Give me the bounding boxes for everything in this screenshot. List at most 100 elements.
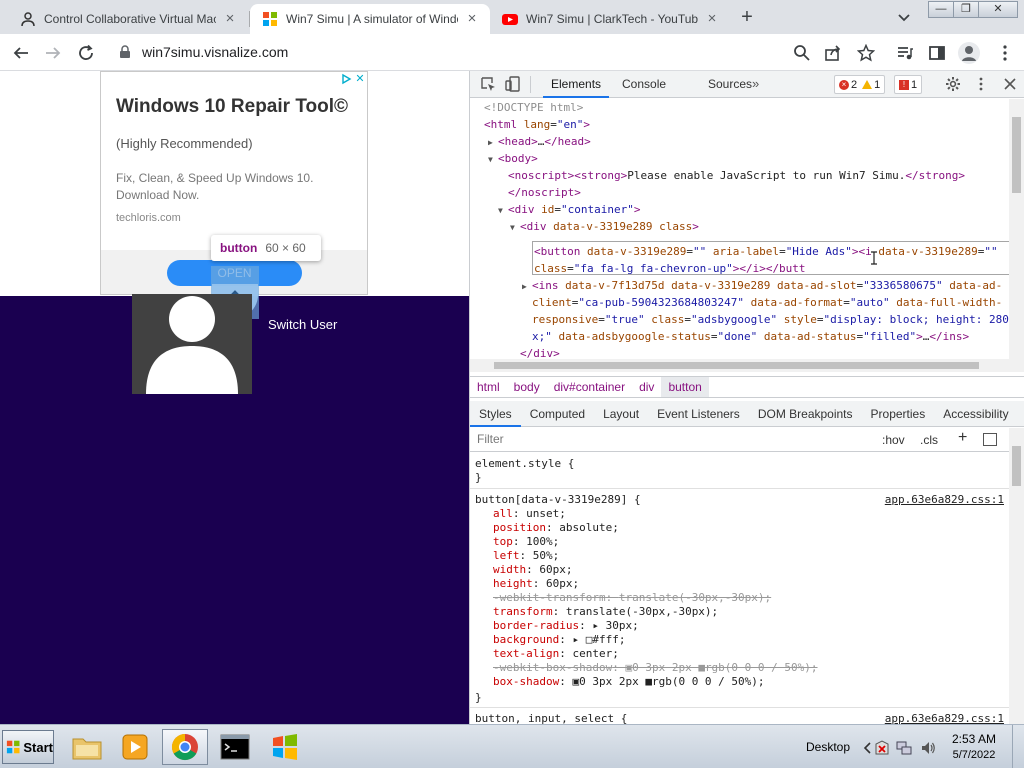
breadcrumb-item[interactable]: body [507, 377, 547, 397]
ad-banner[interactable]: ✕ Windows 10 Repair Tool© (Highly Recomm… [100, 71, 368, 295]
taskbar-media-player[interactable] [112, 729, 158, 765]
css-declaration[interactable]: -webkit-transform: translate(-30px,-30px… [493, 591, 771, 605]
clock-time[interactable]: 2:53 AM [946, 732, 1002, 746]
scrollbar-thumb[interactable] [1012, 117, 1021, 193]
css-property-name[interactable]: transform [493, 605, 553, 618]
inspect-element-icon[interactable] [480, 76, 496, 92]
close-tab-icon[interactable]: × [704, 11, 720, 27]
styles-subtab[interactable]: Styles [470, 401, 521, 427]
ad-headline[interactable]: Windows 10 Repair Tool© [116, 96, 348, 118]
element-style-selector[interactable]: element.style { [475, 457, 574, 471]
desktop-toolbar-label[interactable]: Desktop [806, 740, 850, 754]
styles-subtab[interactable]: Properties [862, 401, 935, 427]
dom-node-line[interactable]: ▶ <ins data-v-7f13d75d data-v-3319e289 da… [522, 277, 1002, 295]
css-property-value[interactable]: center; [572, 647, 618, 660]
dom-node-line[interactable]: class="fa fa-lg fa-chevron-up"></i></but… [534, 260, 806, 277]
styles-filter-input[interactable]: Filter [477, 432, 504, 446]
new-tab-button[interactable]: + [736, 7, 758, 29]
css-property-name[interactable]: background [493, 633, 559, 646]
share-icon[interactable] [824, 44, 842, 62]
close-tab-icon[interactable]: × [464, 11, 480, 27]
scrollbar-thumb[interactable] [1012, 446, 1021, 486]
class-toggle[interactable]: .cls [920, 433, 938, 447]
taskbar-chrome[interactable] [162, 729, 208, 765]
css-declaration[interactable]: width: 60px; [493, 563, 573, 577]
css-property-value[interactable]: translate(-30px,-30px); [566, 605, 718, 618]
css-property-name[interactable]: text-align [493, 647, 559, 660]
css-property-value[interactable]: ▣0 3px 2px ■rgb(0 0 0 / 50%); [625, 661, 817, 674]
elements-tree[interactable]: <!DOCTYPE html> <html lang="en"> ▶ <head>…<… [470, 99, 1010, 359]
css-property-value[interactable]: 60px; [546, 577, 579, 590]
kebab-menu-icon[interactable] [996, 44, 1014, 62]
issues-badge[interactable]: ! 1 [894, 75, 923, 94]
breadcrumb-item[interactable]: button [661, 377, 709, 397]
dom-node-line[interactable]: ▼ <div id="container"> [498, 201, 640, 219]
css-declaration[interactable]: left: 50%; [493, 549, 559, 563]
css-property-name[interactable]: border-radius [493, 619, 579, 632]
taskbar-cmd[interactable] [212, 729, 258, 765]
new-rule-button[interactable]: + [958, 429, 967, 447]
start-button[interactable]: Start [2, 730, 54, 764]
reload-button[interactable] [75, 42, 97, 64]
expand-triangle-icon[interactable]: ▼ [498, 202, 508, 219]
css-declaration[interactable]: all: unset; [493, 507, 566, 521]
css-declaration[interactable]: border-radius: ▸ 30px; [493, 619, 639, 633]
back-button[interactable] [10, 42, 32, 64]
css-property-value[interactable]: ▣0 3px 2px ■rgb(0 0 0 / 50%); [572, 675, 764, 688]
gear-icon[interactable] [945, 76, 961, 92]
css-declaration[interactable]: transform: translate(-30px,-30px); [493, 605, 718, 619]
css-property-name[interactable]: -webkit-box-shadow [493, 661, 612, 674]
collapse-triangle-icon[interactable]: ▶ [522, 278, 532, 295]
dom-node-line[interactable]: <button data-v-3319e289="" aria-label="H… [534, 243, 998, 260]
minimize-button[interactable]: — [928, 1, 954, 18]
tab-control-collaborative[interactable]: Control Collaborative Virtual Machines × [8, 4, 248, 34]
side-panel-icon[interactable] [928, 44, 946, 62]
action-center-icon[interactable] [874, 740, 890, 756]
dom-node-line[interactable]: <!DOCTYPE html> [484, 99, 583, 116]
tab-youtube[interactable]: Win7 Simu | ClarkTech - YouTube × [490, 4, 730, 34]
css-property-name[interactable]: all [493, 507, 513, 520]
taskbar-explorer[interactable] [64, 729, 110, 765]
computed-sidebar-toggle-icon[interactable] [983, 433, 997, 446]
expand-triangle-icon[interactable]: ▼ [510, 219, 520, 236]
elements-horizontal-scrollbar[interactable] [470, 359, 1024, 372]
css-property-value[interactable]: 60px; [539, 563, 572, 576]
dom-node-line[interactable]: responsive="true" class="adsbygoogle" st… [532, 311, 1009, 328]
dom-node-line[interactable]: <html lang="en"> [484, 116, 590, 133]
css-property-value[interactable]: ▸ 30px; [592, 619, 638, 632]
bookmark-star-icon[interactable] [857, 44, 875, 62]
address-bar[interactable]: win7simu.visnalize.com [110, 38, 890, 66]
css-declaration[interactable]: height: 60px; [493, 577, 579, 591]
tab-console[interactable]: Console [614, 71, 674, 98]
css-property-value[interactable]: unset; [526, 507, 566, 520]
css-declaration[interactable]: top: 100%; [493, 535, 559, 549]
styles-scrollbar[interactable] [1009, 428, 1024, 724]
css-property-name[interactable]: left [493, 549, 520, 562]
tab-elements[interactable]: Elements [543, 71, 610, 98]
show-desktop-button[interactable] [1012, 725, 1024, 768]
dom-node-line[interactable]: <noscript><strong>Please enable JavaScri… [508, 167, 965, 184]
rule-source-link[interactable]: app.63e6a829.css:1 [885, 712, 1004, 724]
dom-node-line[interactable]: ▶ <head>…</head> [488, 133, 591, 151]
styles-subtab[interactable]: Accessibility [934, 401, 1017, 427]
profile-avatar[interactable] [958, 42, 980, 64]
css-declaration[interactable]: box-shadow: ▣0 3px 2px ■rgb(0 0 0 / 50%)… [493, 675, 765, 689]
more-tabs-button[interactable]: » [752, 76, 759, 91]
elements-scrollbar[interactable] [1009, 99, 1024, 359]
breadcrumb-item[interactable]: div [632, 377, 661, 397]
rule-selector[interactable]: button[data-v-3319e289] { [475, 493, 641, 507]
dom-node-line[interactable]: x;" data-adsbygoogle-status="done" data-… [532, 328, 969, 345]
css-property-name[interactable]: position [493, 521, 546, 534]
rule-selector[interactable]: button, input, select { [475, 712, 627, 724]
breadcrumb-item[interactable]: html [470, 377, 507, 397]
ad-choices[interactable]: ✕ [339, 72, 367, 86]
taskbar-windows-app[interactable] [262, 729, 308, 765]
css-property-name[interactable]: width [493, 563, 526, 576]
expand-triangle-icon[interactable]: ▼ [488, 151, 498, 168]
css-property-name[interactable]: -webkit-transform [493, 591, 606, 604]
close-window-button[interactable]: ✕ [978, 1, 1018, 18]
css-declaration[interactable]: position: absolute; [493, 521, 619, 535]
css-property-name[interactable]: height [493, 577, 533, 590]
close-tab-icon[interactable]: × [222, 11, 238, 27]
dom-node-line[interactable]: </noscript> [508, 184, 581, 201]
